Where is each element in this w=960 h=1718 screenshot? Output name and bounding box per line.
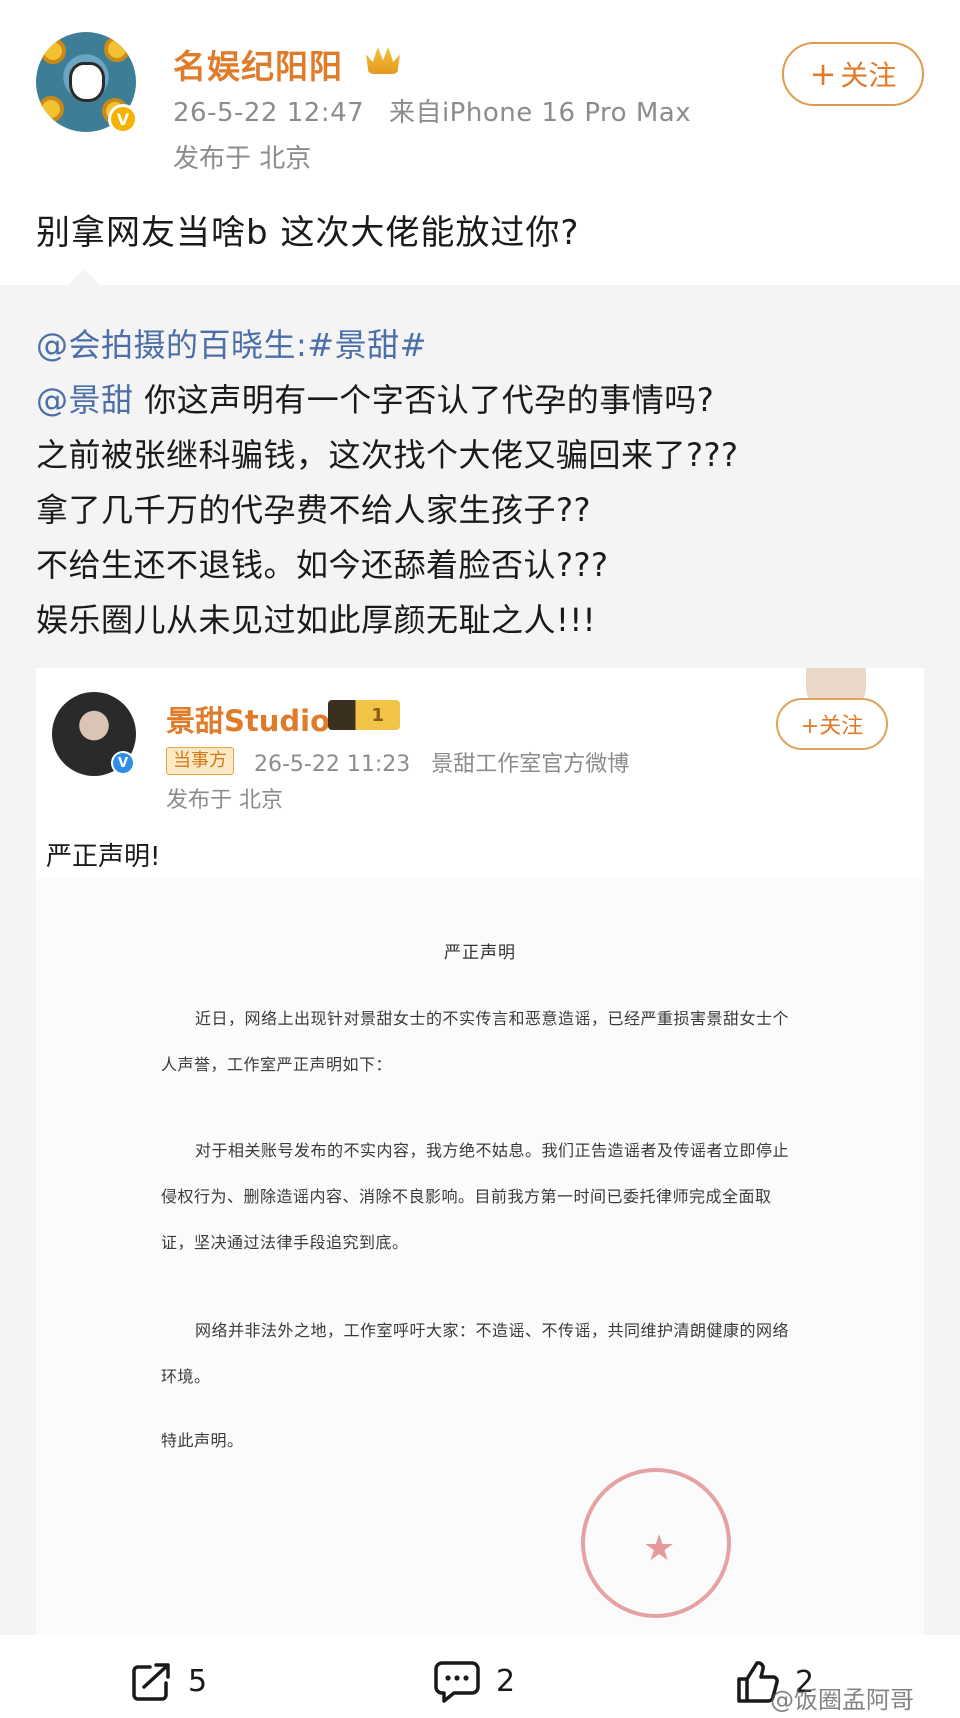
repost-count: 5 [188, 1663, 208, 1699]
embed-source: 景甜工作室官方微博 [431, 752, 630, 777]
doc-paragraph-3: 网络并非法外之地，工作室呼吁大家：不造谣、不传谣，共同维护清朗健康的网络环境。 [161, 1321, 790, 1386]
post-source: 来自iPhone 16 Pro Max [388, 98, 692, 128]
party-badge: 当事方 [166, 747, 234, 775]
repost-line-text: 你这声明有一个字否认了代孕的事情吗? [133, 381, 715, 419]
repost-line-2: @景甜 你这声明有一个字否认了代孕的事情吗? [36, 373, 738, 428]
repost-pointer [68, 269, 100, 285]
mention-link[interactable]: @景甜 [36, 381, 134, 419]
post-time: 26-5-22 12:47 [173, 98, 365, 128]
repost-line-1: @会拍摄的百晓生:#景甜# [36, 318, 738, 373]
post-text: 别拿网友当啥b 这次大佬能放过你? [36, 213, 580, 253]
watermark: @饭圈孟阿哥 [770, 1686, 914, 1714]
vip-level-badge: 1 [328, 700, 400, 730]
follow-button[interactable]: + 关注 [782, 42, 924, 106]
verified-badge-icon: V [111, 751, 135, 775]
doc-paragraph-4: 特此声明。 [161, 1431, 244, 1450]
post-meta: 26-5-22 12:47 来自iPhone 16 Pro Max [173, 92, 707, 129]
doc-title: 严正声明 [444, 943, 516, 963]
post-location: 发布于 北京 [173, 144, 312, 174]
embed-follow-button: +关注 [776, 698, 888, 750]
repost-line-4: 拿了几千万的代孕费不给人家生孩子?? [36, 491, 591, 529]
comment-count: 2 [496, 1663, 516, 1699]
doc-paragraph-1: 近日，网络上出现针对景甜女士的不实传言和恶意造谣，已经严重损害景甜女士个人声誉，… [161, 1009, 790, 1074]
post-header: V 名娱纪阳阳 26-5-22 12:47 来自iPhone 16 Pro Ma… [0, 0, 960, 180]
repost-line-5: 不给生还不退钱。如今还舔着脸否认??? [36, 546, 609, 584]
embed-time: 26-5-22 11:23 [254, 752, 411, 777]
username[interactable]: 名娱纪阳阳 [173, 40, 343, 88]
share-icon [132, 1663, 170, 1701]
doc-paragraph-2: 对于相关账号发布的不实内容，我方绝不姑息。我们正告造谣者及传谣者立即停止侵权行为… [161, 1141, 790, 1252]
embed-text: 严正声明! [46, 842, 161, 872]
repost-line-3: 之前被张继科骗钱，这次找个大佬又骗回来了??? [36, 436, 739, 474]
embedded-post-image[interactable]: V 景甜Studio 1 当事方 26-5-22 11:23 景甜工作室官方微博… [36, 668, 924, 1635]
comment-button[interactable]: 2 [432, 1659, 515, 1703]
embed-location: 发布于 北京 [166, 788, 283, 813]
mention-link[interactable]: @会拍摄的百晓生: [36, 326, 307, 364]
verified-badge-icon: V [108, 104, 138, 134]
comment-icon [434, 1661, 480, 1703]
vip-crown-icon [366, 47, 400, 74]
hashtag-link[interactable]: #景甜# [307, 326, 427, 364]
repost-button[interactable]: 5 [130, 1659, 207, 1703]
official-seal: ★ [581, 1468, 731, 1618]
repost-text: @会拍摄的百晓生:#景甜# @景甜 你这声明有一个字否认了代孕的事情吗? 之前被… [36, 318, 738, 648]
embed-username: 景甜Studio [166, 704, 331, 738]
repost-line-6: 娱乐圈儿从未见过如此厚颜无耻之人!!! [36, 601, 596, 639]
embed-meta: 26-5-22 11:23 景甜工作室官方微博 [254, 746, 643, 778]
follow-label: 关注 [840, 59, 897, 92]
plus-icon: + [809, 55, 837, 93]
statement-document: 严正声明 近日，网络上出现针对景甜女士的不实传言和恶意造谣，已经严重损害景甜女士… [36, 878, 924, 1635]
